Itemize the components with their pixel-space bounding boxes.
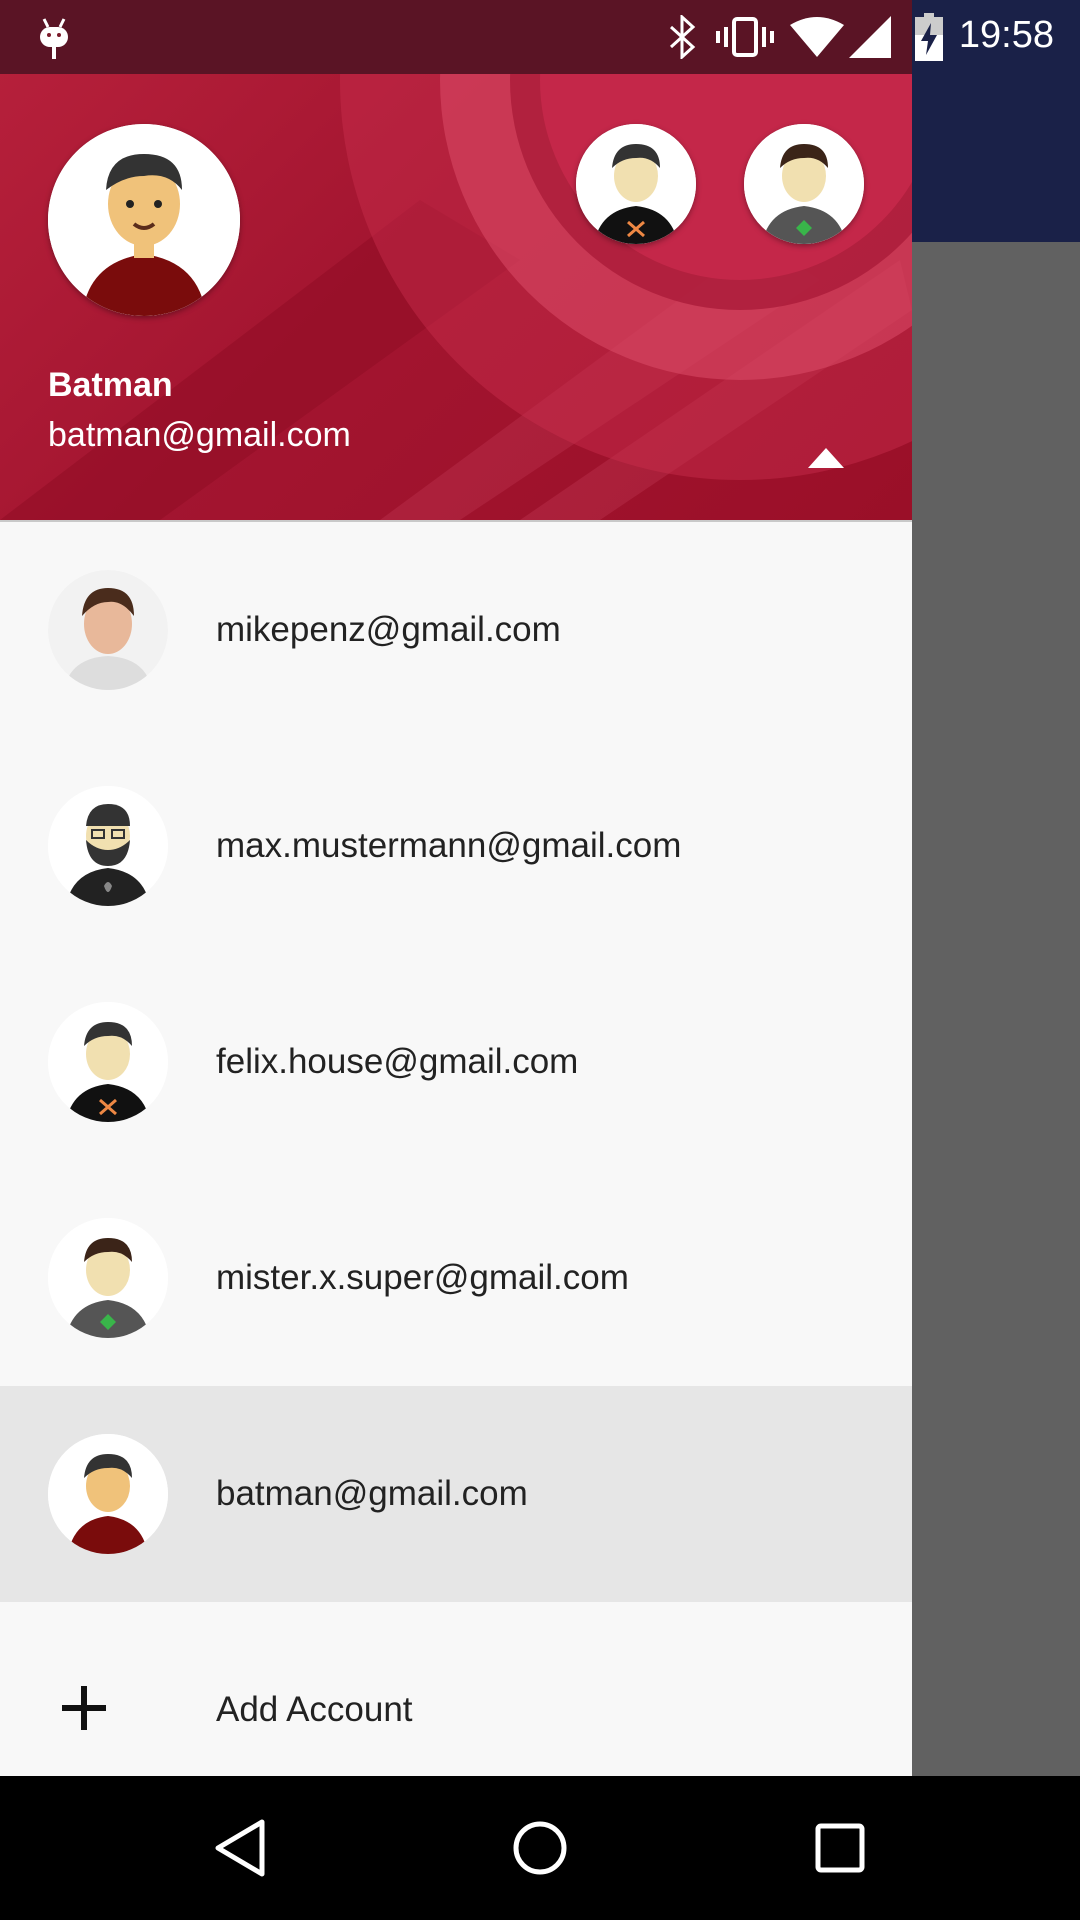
header-profile-avatar-1[interactable]: [576, 124, 696, 244]
current-account-avatar[interactable]: [48, 124, 240, 316]
bluetooth-icon: [662, 12, 702, 62]
red-shirt-avatar-icon: [48, 1434, 168, 1554]
account-item-max-mustermann[interactable]: max.mustermann@gmail.com: [0, 738, 912, 954]
account-item-felix-house[interactable]: felix.house@gmail.com: [0, 954, 912, 1170]
account-avatar: [48, 570, 168, 690]
account-email: felix.house@gmail.com: [216, 1042, 579, 1081]
account-avatar: [48, 1218, 168, 1338]
bearded-avatar-icon: [48, 786, 168, 906]
android-debug-icon: [34, 12, 74, 62]
account-item-batman[interactable]: batman@gmail.com: [0, 1386, 912, 1602]
red-shirt-avatar-icon: [48, 124, 240, 316]
navigation-drawer: Batman batman@gmail.com mikepenz@gmail.c…: [0, 0, 912, 1776]
diamond-shirt-avatar-icon: [744, 124, 864, 244]
photo-avatar-icon: [48, 570, 168, 690]
signal-icon: [848, 12, 892, 62]
header-profile-avatar-2[interactable]: [744, 124, 864, 244]
account-avatar: [48, 1002, 168, 1122]
diamond-shirt-avatar-icon: [48, 1218, 168, 1338]
battery-charging-icon: [914, 12, 944, 62]
background-toolbar: [912, 74, 1080, 242]
account-email: mikepenz@gmail.com: [216, 610, 561, 649]
x-shirt-avatar-icon: [48, 1002, 168, 1122]
status-bar-drawer-overlay: [0, 0, 912, 74]
status-time: 19:58: [958, 14, 1054, 56]
recents-icon[interactable]: [790, 1798, 890, 1898]
account-name: Batman: [48, 366, 173, 404]
add-account-item[interactable]: Add Account: [0, 1602, 912, 1776]
account-email: max.mustermann@gmail.com: [216, 826, 682, 865]
account-avatar: [48, 1434, 168, 1554]
account-item-mikepenz[interactable]: mikepenz@gmail.com: [0, 522, 912, 738]
account-list: mikepenz@gmail.com max.mustermann@gmail.…: [0, 522, 912, 1776]
scrim[interactable]: [912, 242, 1080, 1776]
account-item-mister-x-super[interactable]: mister.x.super@gmail.com: [0, 1170, 912, 1386]
account-email: batman@gmail.com: [48, 416, 351, 454]
add-account-label: Add Account: [216, 1690, 413, 1729]
account-avatar: [48, 786, 168, 906]
back-icon[interactable]: [190, 1798, 290, 1898]
account-header: Batman batman@gmail.com: [0, 0, 912, 522]
wifi-icon: [790, 12, 844, 62]
account-email: batman@gmail.com: [216, 1474, 528, 1513]
x-shirt-avatar-icon: [576, 124, 696, 244]
status-bar: 19:58: [0, 0, 1080, 74]
vibrate-icon: [716, 12, 774, 62]
home-icon[interactable]: [490, 1798, 590, 1898]
navigation-bar: [0, 1776, 1080, 1920]
plus-icon: [62, 1686, 106, 1730]
account-email: mister.x.super@gmail.com: [216, 1258, 629, 1297]
arrow-up-icon[interactable]: [806, 446, 846, 470]
